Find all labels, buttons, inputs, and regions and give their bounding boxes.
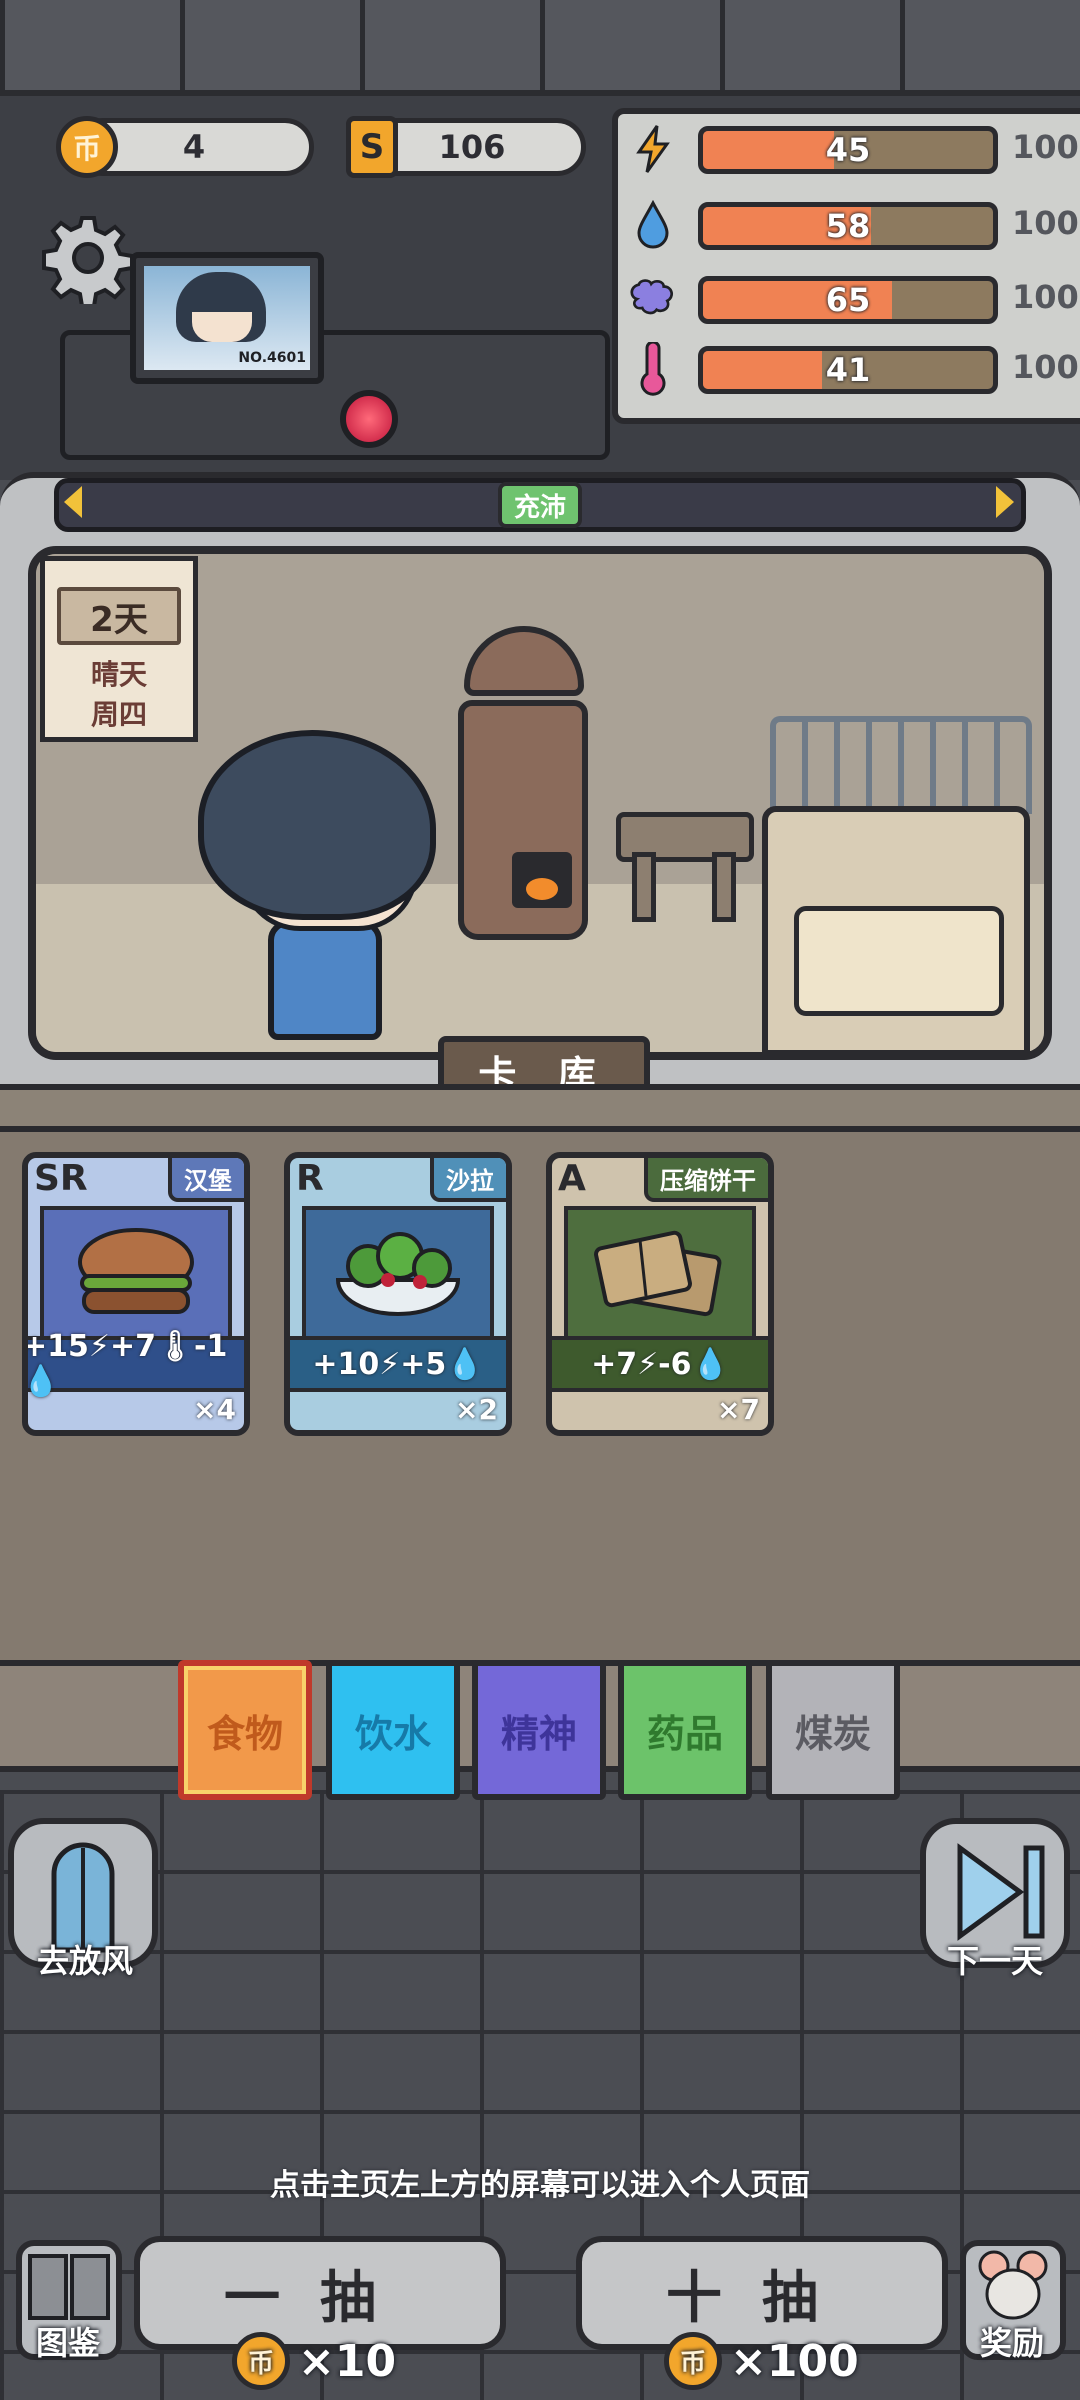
lightning-icon xyxy=(628,124,678,174)
card-count: ×2 xyxy=(455,1393,498,1426)
hamburger-icon xyxy=(40,1206,232,1340)
card-effect: +15⚡+7🌡-1💧 xyxy=(28,1329,244,1399)
profile-screen[interactable]: NO.4601 xyxy=(130,252,324,384)
calendar-day: 2天 xyxy=(57,587,181,645)
mouse-icon xyxy=(978,2250,1048,2320)
next-day-label: 下一天 xyxy=(946,1942,1043,1980)
spirit-bar: 65 xyxy=(698,276,998,324)
temperature-bar: 41 xyxy=(698,346,998,394)
reward-label: 奖励 xyxy=(979,2324,1044,2362)
card-name: 汉堡 xyxy=(168,1158,244,1202)
card-count: ×7 xyxy=(717,1393,760,1426)
arrow-left-icon[interactable] xyxy=(64,486,82,518)
bed-headboard xyxy=(770,716,1032,814)
tab-spirit[interactable]: 精神 xyxy=(472,1660,606,1800)
book-icon xyxy=(28,2254,110,2320)
thermometer-icon xyxy=(628,342,678,396)
bed-pillow xyxy=(794,906,1004,1016)
status-chip: 充沛 xyxy=(498,482,582,528)
card-effect: +7⚡-6💧 xyxy=(552,1336,768,1392)
red-alarm-light xyxy=(340,390,398,448)
stat-energy: 45 100 xyxy=(628,120,1080,180)
water-drop-icon xyxy=(628,200,678,250)
tab-water[interactable]: 饮水 xyxy=(326,1660,460,1800)
card-name: 沙拉 xyxy=(430,1158,506,1202)
water-bar: 58 xyxy=(698,202,998,250)
ceiling xyxy=(0,0,1080,96)
card-hamburger[interactable]: SR 汉堡 +15⚡+7🌡-1💧 ×4 xyxy=(22,1152,250,1436)
salad-icon xyxy=(302,1206,494,1340)
arrow-right-icon[interactable] xyxy=(996,486,1014,518)
calendar-weather: 晴天 xyxy=(90,658,147,691)
tab-medicine[interactable]: 药品 xyxy=(618,1660,752,1800)
energy-bar: 45 xyxy=(698,126,998,174)
stat-temperature: 41 100 xyxy=(628,340,1080,400)
s-token-icon: S xyxy=(346,116,398,178)
gear-icon[interactable] xyxy=(42,212,134,308)
prisoner-character[interactable] xyxy=(198,730,436,920)
coin-icon: 币 xyxy=(56,116,118,178)
calendar: 2天 晴天 周四 xyxy=(40,556,198,742)
card-count: ×4 xyxy=(193,1393,236,1426)
draw-one-cost: 币 ×10 xyxy=(232,2326,396,2396)
stove-fire xyxy=(512,852,572,908)
collection-label: 图鉴 xyxy=(35,2324,100,2362)
monitor-id: NO.4601 xyxy=(238,350,306,366)
draw-ten-cost: 币 ×100 xyxy=(664,2326,859,2396)
prisoner-body xyxy=(268,920,382,1040)
stat-water: 58 100 xyxy=(628,196,1080,256)
card-compressed-biscuit[interactable]: A 压缩饼干 +7⚡-6💧 ×7 xyxy=(546,1152,774,1436)
coin-icon: 币 xyxy=(664,2332,722,2390)
tab-coal[interactable]: 煤炭 xyxy=(766,1660,900,1800)
hint-text: 点击主页左上方的屏幕可以进入个人页面 xyxy=(270,2168,810,2203)
biscuit-icon xyxy=(564,1206,756,1340)
brain-icon xyxy=(628,274,678,324)
stat-spirit: 65 100 xyxy=(628,270,1080,330)
coin-icon: 币 xyxy=(232,2332,290,2390)
calendar-weekday: 周四 xyxy=(90,698,147,731)
card-effect: +10⚡+5💧 xyxy=(290,1336,506,1392)
card-name: 压缩饼干 xyxy=(644,1158,768,1202)
card-salad[interactable]: R 沙拉 +10⚡+5💧 ×2 xyxy=(284,1152,512,1436)
tab-food[interactable]: 食物 xyxy=(178,1660,312,1800)
go-outside-label: 去放风 xyxy=(36,1942,133,1980)
